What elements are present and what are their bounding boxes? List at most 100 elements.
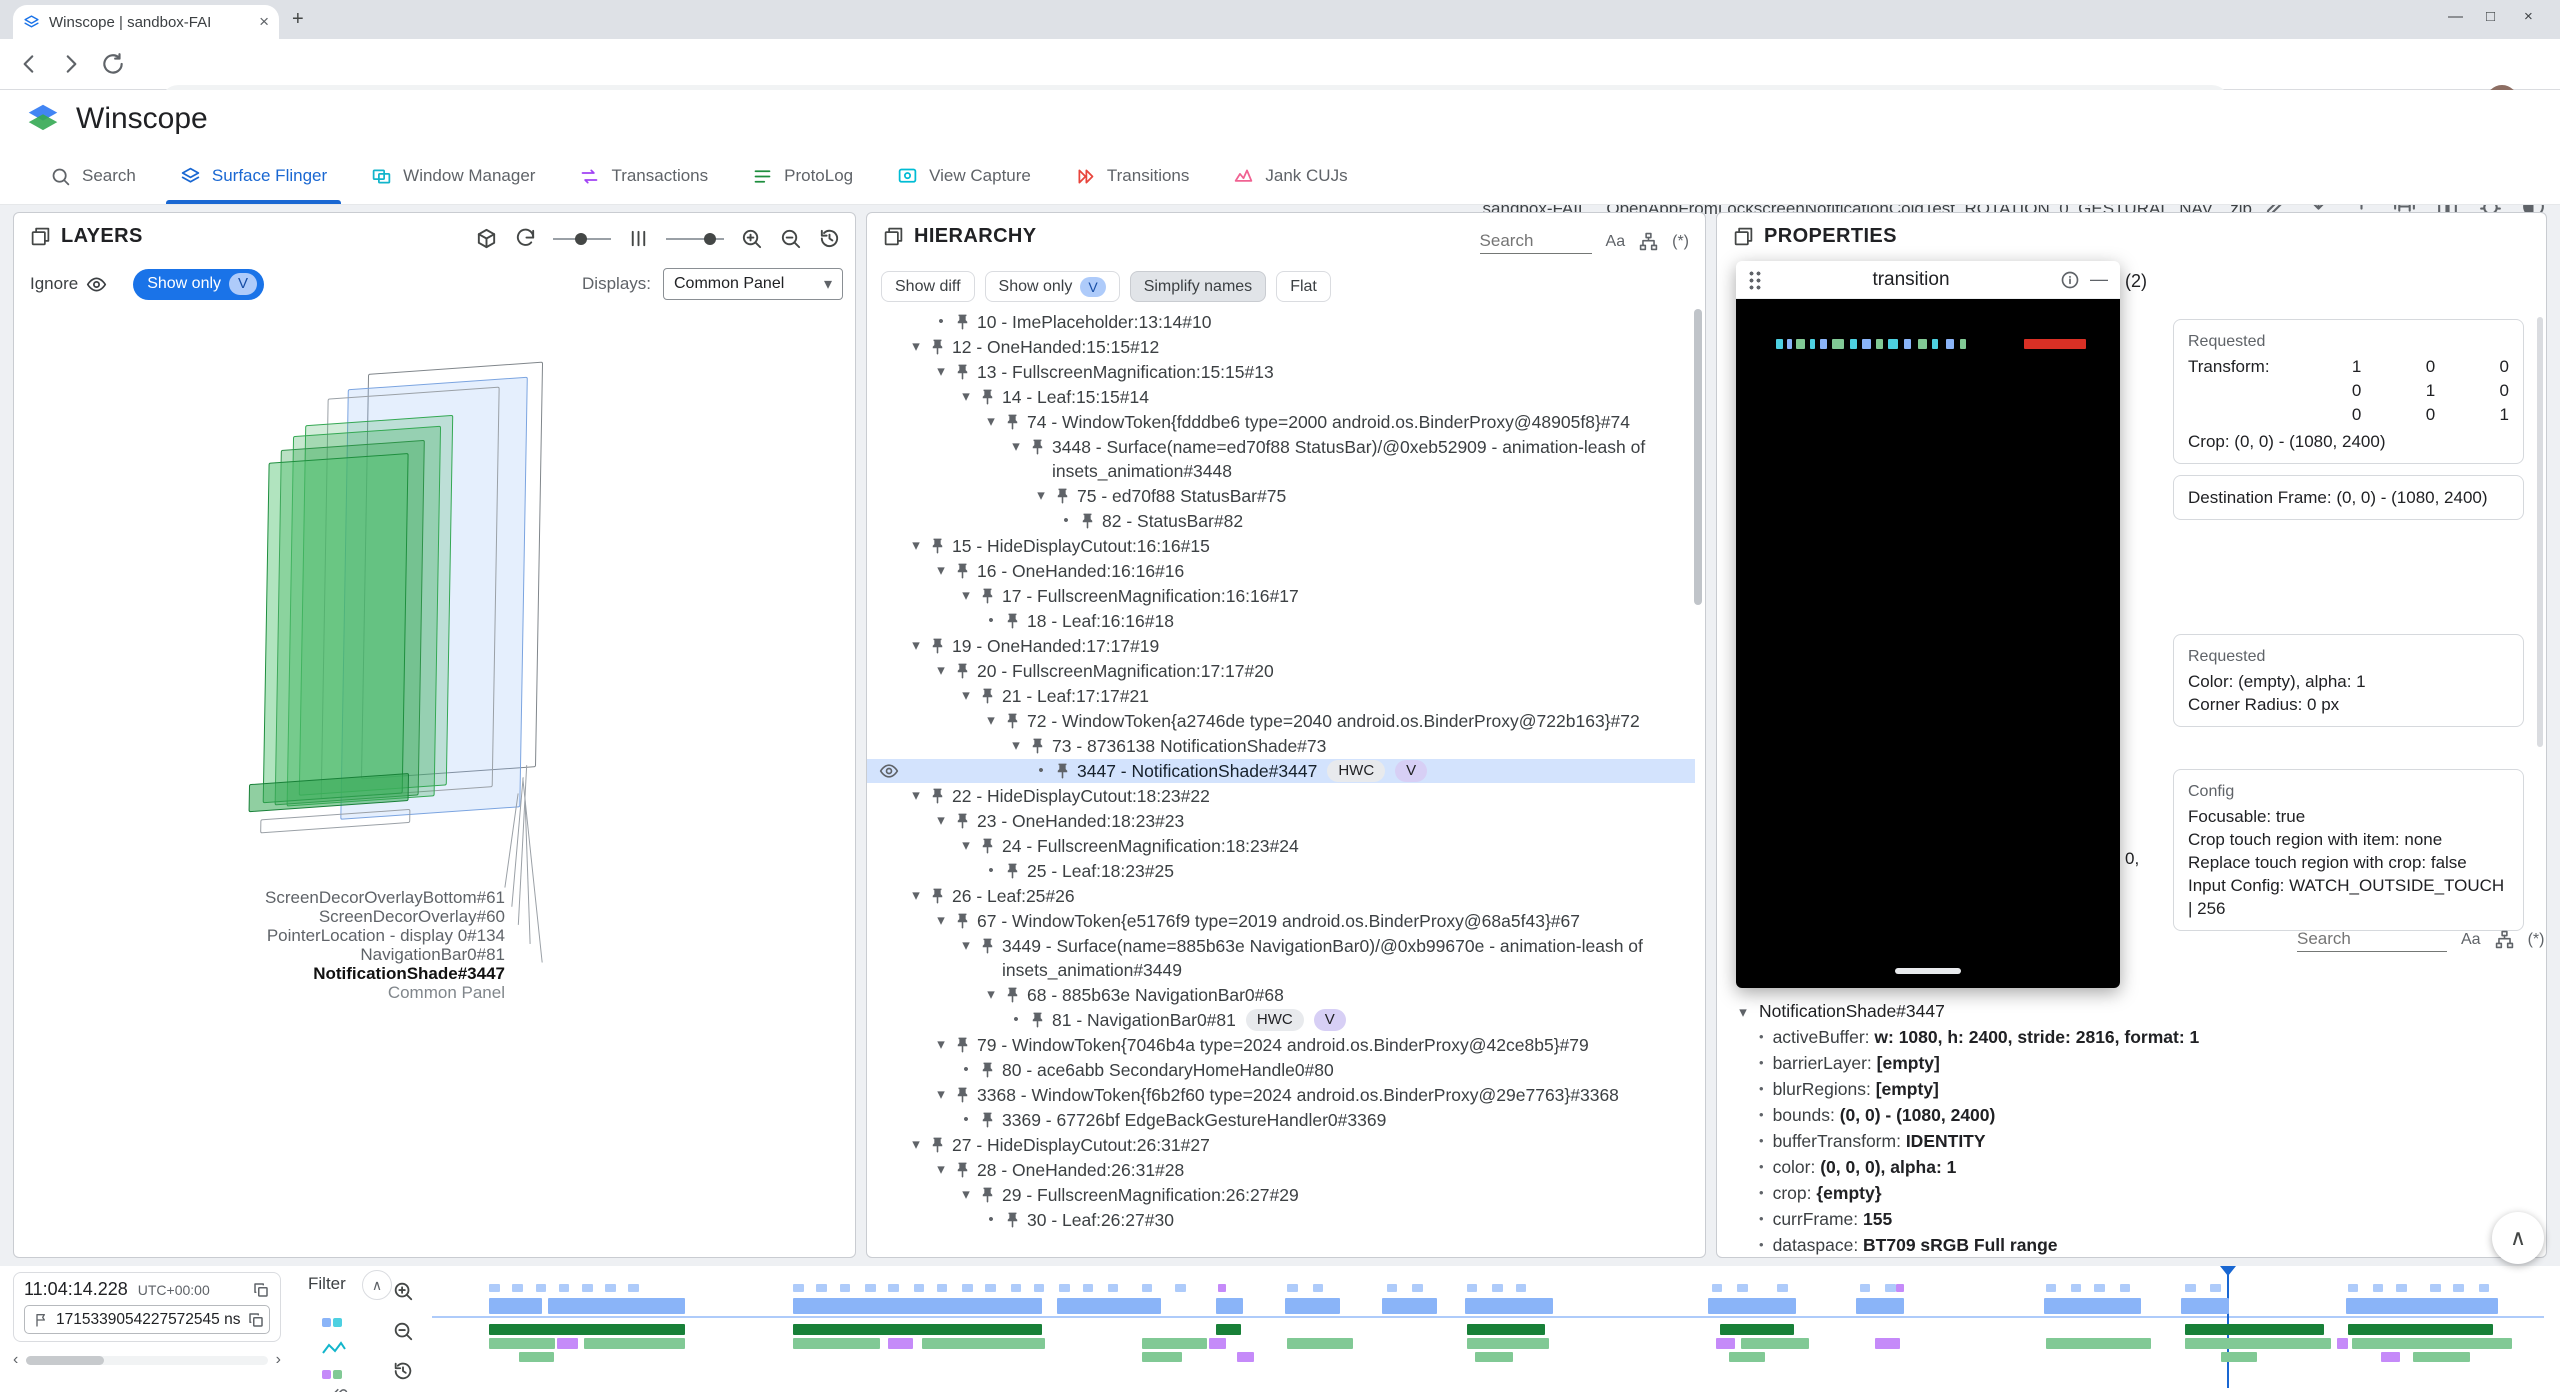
- expander-icon[interactable]: ▾: [929, 1033, 953, 1057]
- browser-tab[interactable]: Winscope | sandbox-FAI ×: [13, 5, 279, 39]
- expander-icon[interactable]: ▾: [979, 709, 1003, 733]
- tree-node[interactable]: ▾21 - Leaf:17:17#21: [867, 684, 1695, 708]
- collapse-panel-icon[interactable]: [30, 226, 51, 247]
- tab-transactions[interactable]: Transactions: [557, 148, 730, 204]
- expander-icon[interactable]: ▾: [1004, 734, 1028, 758]
- tree-node[interactable]: •82 - StatusBar#82: [867, 509, 1695, 533]
- drag-handle-icon[interactable]: [1748, 270, 1762, 290]
- tree-node[interactable]: ▾17 - FullscreenMagnification:16:16#17: [867, 584, 1695, 608]
- tree-node[interactable]: ▾26 - Leaf:25#26: [867, 884, 1695, 908]
- timestamp-ns-field[interactable]: 1715339054227572545 ns: [24, 1305, 270, 1334]
- properties-scrollbar[interactable]: [2537, 317, 2543, 747]
- expander-icon[interactable]: ▾: [929, 809, 953, 833]
- back-icon[interactable]: [16, 51, 42, 77]
- expander-icon[interactable]: ▾: [929, 909, 953, 933]
- expander-icon[interactable]: ▾: [1735, 1003, 1751, 1021]
- option-simplify-names[interactable]: Simplify names: [1130, 271, 1266, 302]
- collapse-filter-icon[interactable]: ∧: [362, 1270, 392, 1300]
- properties-tree[interactable]: ▾ NotificationShade#3447 •activeBuffer: …: [1735, 1001, 2536, 1257]
- expander-icon[interactable]: ▾: [929, 1083, 953, 1107]
- expander-icon[interactable]: ▾: [954, 1183, 978, 1207]
- option-show-only[interactable]: Show onlyV: [985, 271, 1120, 302]
- hierarchy-scrollbar[interactable]: [1694, 309, 1702, 605]
- scroll-right-icon[interactable]: ›: [276, 1351, 281, 1369]
- expander-icon[interactable]: ▾: [954, 584, 978, 608]
- spacing-slider[interactable]: [666, 238, 724, 240]
- property-item[interactable]: •crop: {empty}: [1735, 1182, 2536, 1204]
- zoom-out-icon[interactable]: [392, 1320, 414, 1342]
- tab-search[interactable]: Search: [28, 148, 158, 204]
- tree-node[interactable]: ▾15 - HideDisplayCutout:16:16#15: [867, 534, 1695, 558]
- expander-icon[interactable]: ▾: [904, 884, 928, 908]
- forward-icon[interactable]: [58, 51, 84, 77]
- show-only-toggle[interactable]: Show only V: [133, 269, 264, 300]
- collapse-panel-icon[interactable]: [1733, 226, 1754, 247]
- reload-icon[interactable]: [100, 51, 126, 77]
- tab-jank-cujs[interactable]: Jank CUJs: [1211, 148, 1369, 204]
- tree-node[interactable]: ▾24 - FullscreenMagnification:18:23#24: [867, 834, 1695, 858]
- 3d-view-icon[interactable]: [475, 227, 498, 250]
- sitemap-icon[interactable]: [1639, 232, 1658, 251]
- rotation-slider[interactable]: [553, 238, 611, 240]
- ignore-toggle[interactable]: Ignore: [30, 274, 107, 295]
- scroll-left-icon[interactable]: ‹: [13, 1351, 18, 1369]
- screenshot-overlay-window[interactable]: transition —: [1736, 261, 2120, 988]
- tree-node[interactable]: ▾67 - WindowToken{e5176f9 type=2019 andr…: [867, 909, 1695, 933]
- option-flat[interactable]: Flat: [1276, 271, 1331, 302]
- copy-icon[interactable]: [247, 1311, 265, 1329]
- reset-zoom-icon[interactable]: [392, 1360, 414, 1382]
- expander-icon[interactable]: ▾: [929, 559, 953, 583]
- new-tab-button[interactable]: +: [292, 8, 304, 31]
- tree-node[interactable]: ▾14 - Leaf:15:15#14: [867, 385, 1695, 409]
- property-item[interactable]: •color: (0, 0, 0), alpha: 1: [1735, 1156, 2536, 1178]
- expander-icon[interactable]: ▾: [904, 784, 928, 808]
- tree-node[interactable]: ▾75 - ed70f88 StatusBar#75: [867, 484, 1695, 508]
- layer-rect-thin[interactable]: [260, 809, 410, 834]
- transactions-trace-legend-icon[interactable]: [322, 1338, 346, 1358]
- tree-node[interactable]: ▾72 - WindowToken{a2746de type=2040 andr…: [867, 709, 1695, 733]
- expander-icon[interactable]: ▾: [904, 534, 928, 558]
- tree-node[interactable]: ▾74 - WindowToken{fdddbe6 type=2000 andr…: [867, 410, 1695, 434]
- tab-transitions[interactable]: Transitions: [1053, 148, 1212, 204]
- tree-node[interactable]: ▾13 - FullscreenMagnification:15:15#13: [867, 360, 1695, 384]
- tab-view-capture[interactable]: View Capture: [875, 148, 1053, 204]
- expander-icon[interactable]: ▾: [1004, 435, 1028, 459]
- match-case-icon[interactable]: Aa: [2461, 931, 2481, 949]
- tree-node[interactable]: •3447 - NotificationShade#3447HWCV: [867, 759, 1695, 783]
- tree-node[interactable]: ▾29 - FullscreenMagnification:26:27#29: [867, 1183, 1695, 1207]
- tree-node[interactable]: •81 - NavigationBar0#81HWCV: [867, 1008, 1695, 1032]
- zoom-in-icon[interactable]: [740, 227, 763, 250]
- expander-icon[interactable]: ▾: [954, 934, 978, 958]
- collapse-panel-icon[interactable]: [883, 226, 904, 247]
- expander-icon[interactable]: ▾: [929, 1158, 953, 1182]
- rotation-icon[interactable]: [514, 227, 537, 250]
- sf-trace-legend-icon[interactable]: [322, 1312, 346, 1332]
- minimize-overlay-icon[interactable]: —: [2090, 269, 2108, 290]
- scrollbar-thumb[interactable]: [26, 1356, 104, 1365]
- expander-icon[interactable]: ▾: [904, 634, 928, 658]
- overlay-header[interactable]: transition —: [1736, 261, 2120, 299]
- tab-surface-flinger[interactable]: Surface Flinger: [158, 148, 349, 204]
- properties-tree-root[interactable]: ▾ NotificationShade#3447: [1735, 1001, 2536, 1022]
- transitions-trace-legend-icon[interactable]: [322, 1364, 346, 1384]
- expander-icon[interactable]: ▾: [979, 410, 1003, 434]
- tree-node[interactable]: ▾68 - 885b63e NavigationBar0#68: [867, 983, 1695, 1007]
- window-minimize-icon[interactable]: —: [2448, 8, 2463, 25]
- layer-label[interactable]: Common Panel: [235, 983, 505, 1003]
- hierarchy-tree[interactable]: •10 - ImePlaceholder:13:14#10▾12 - OneHa…: [867, 301, 1695, 1257]
- property-item[interactable]: •activeBuffer: w: 1080, h: 2400, stride:…: [1735, 1026, 2536, 1048]
- window-close-icon[interactable]: ×: [2524, 8, 2533, 25]
- tree-node[interactable]: •18 - Leaf:16:16#18: [867, 609, 1695, 633]
- expander-icon[interactable]: ▾: [1029, 484, 1053, 508]
- hierarchy-search-input[interactable]: [1480, 229, 1592, 254]
- tree-node[interactable]: ▾3368 - WindowToken{f6b2f60 type=2024 an…: [867, 1083, 1695, 1107]
- zoom-out-icon[interactable]: [779, 227, 802, 250]
- expander-icon[interactable]: ▾: [954, 385, 978, 409]
- zoom-in-icon[interactable]: [392, 1280, 414, 1302]
- tree-node[interactable]: •10 - ImePlaceholder:13:14#10: [867, 310, 1695, 334]
- tree-node[interactable]: ▾73 - 8736138 NotificationShade#73: [867, 734, 1695, 758]
- layer-label[interactable]: PointerLocation - display 0#134: [235, 926, 505, 946]
- property-item[interactable]: •barrierLayer: [empty]: [1735, 1052, 2536, 1074]
- expander-icon[interactable]: ▾: [954, 684, 978, 708]
- tab-protolog[interactable]: ProtoLog: [730, 148, 875, 204]
